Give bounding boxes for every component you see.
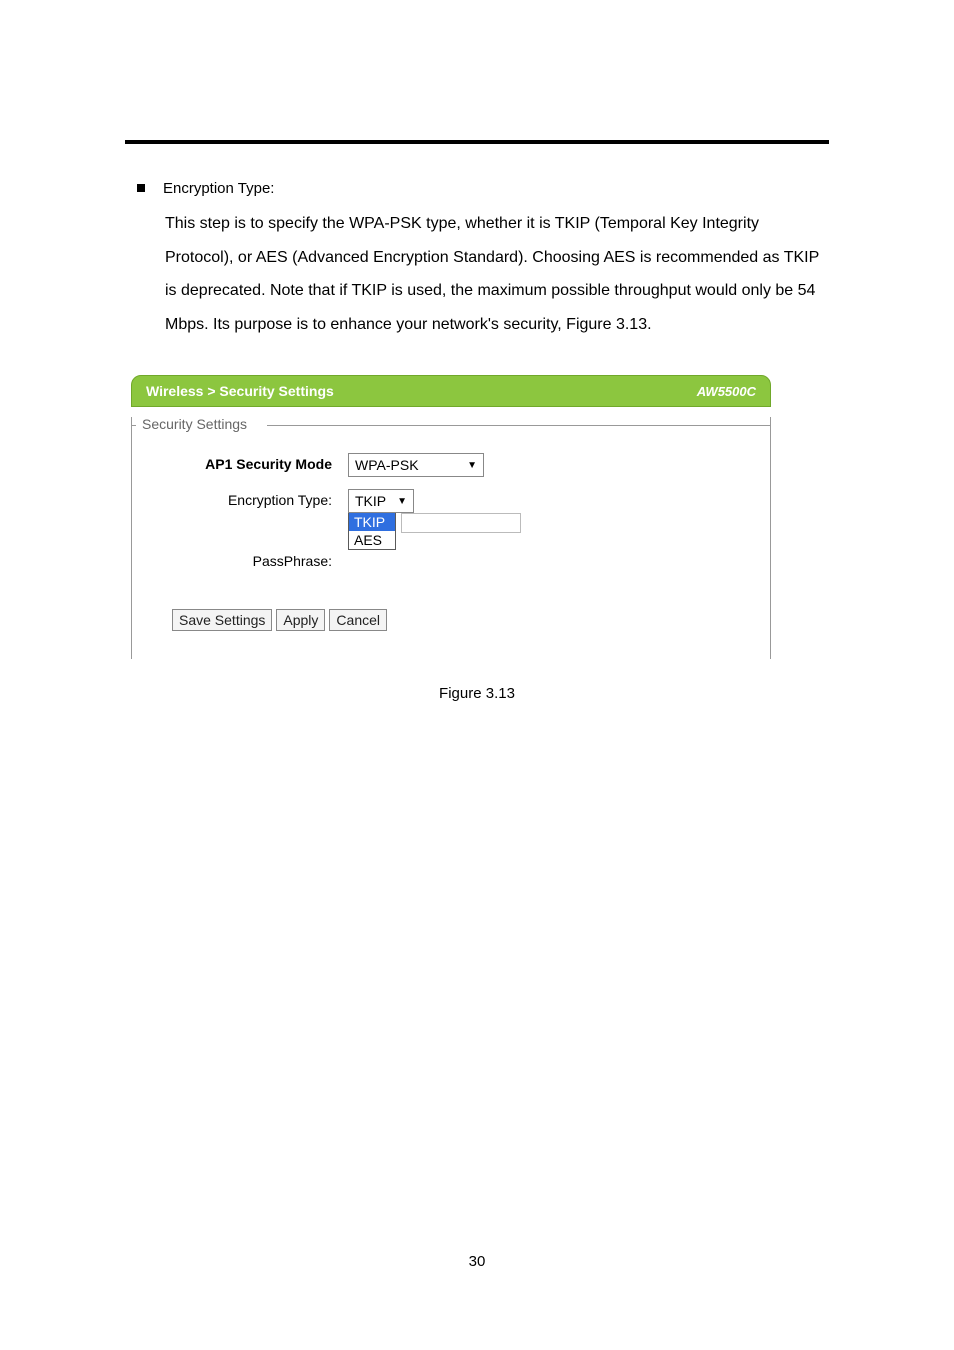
save-settings-button[interactable]: Save Settings	[172, 609, 272, 631]
encryption-option-tkip[interactable]: TKIP	[349, 513, 395, 531]
page-number: 30	[0, 1253, 954, 1270]
breadcrumb-header: Wireless > Security Settings AW5500C	[131, 375, 771, 407]
encryption-type-label: Encryption Type:	[166, 489, 348, 508]
encryption-type-dropdown: TKIP AES	[348, 512, 396, 550]
cancel-button[interactable]: Cancel	[329, 609, 387, 631]
chevron-down-icon: ▼	[397, 496, 407, 507]
apply-button[interactable]: Apply	[276, 609, 325, 631]
security-settings-panel: Security Settings AP1 Security Mode WPA-…	[131, 417, 771, 659]
body-paragraph: This step is to specify the WPA-PSK type…	[165, 207, 829, 341]
encryption-type-select[interactable]: TKIP ▼	[348, 489, 414, 513]
encryption-type-value: TKIP	[355, 493, 386, 509]
security-mode-value: WPA-PSK	[355, 457, 419, 473]
security-mode-select[interactable]: WPA-PSK ▼	[348, 453, 484, 477]
button-row: Save Settings Apply Cancel	[172, 609, 736, 631]
embedded-ui-screenshot: Wireless > Security Settings AW5500C Sec…	[131, 375, 771, 659]
figure-caption: Figure 3.13	[125, 685, 829, 702]
encryption-option-aes[interactable]: AES	[349, 531, 395, 549]
bullet-heading: Encryption Type:	[163, 180, 274, 197]
passphrase-label: PassPhrase:	[166, 550, 348, 569]
device-model-label: AW5500C	[697, 384, 756, 399]
bullet-line: Encryption Type:	[137, 180, 829, 197]
fieldset-legend: Security Settings	[138, 416, 251, 432]
security-mode-label: AP1 Security Mode	[166, 453, 348, 472]
square-bullet-icon	[137, 184, 145, 192]
chevron-down-icon: ▼	[467, 460, 477, 471]
breadcrumb-title: Wireless > Security Settings	[146, 383, 334, 399]
passphrase-input[interactable]	[401, 513, 521, 533]
top-rule	[125, 140, 829, 144]
